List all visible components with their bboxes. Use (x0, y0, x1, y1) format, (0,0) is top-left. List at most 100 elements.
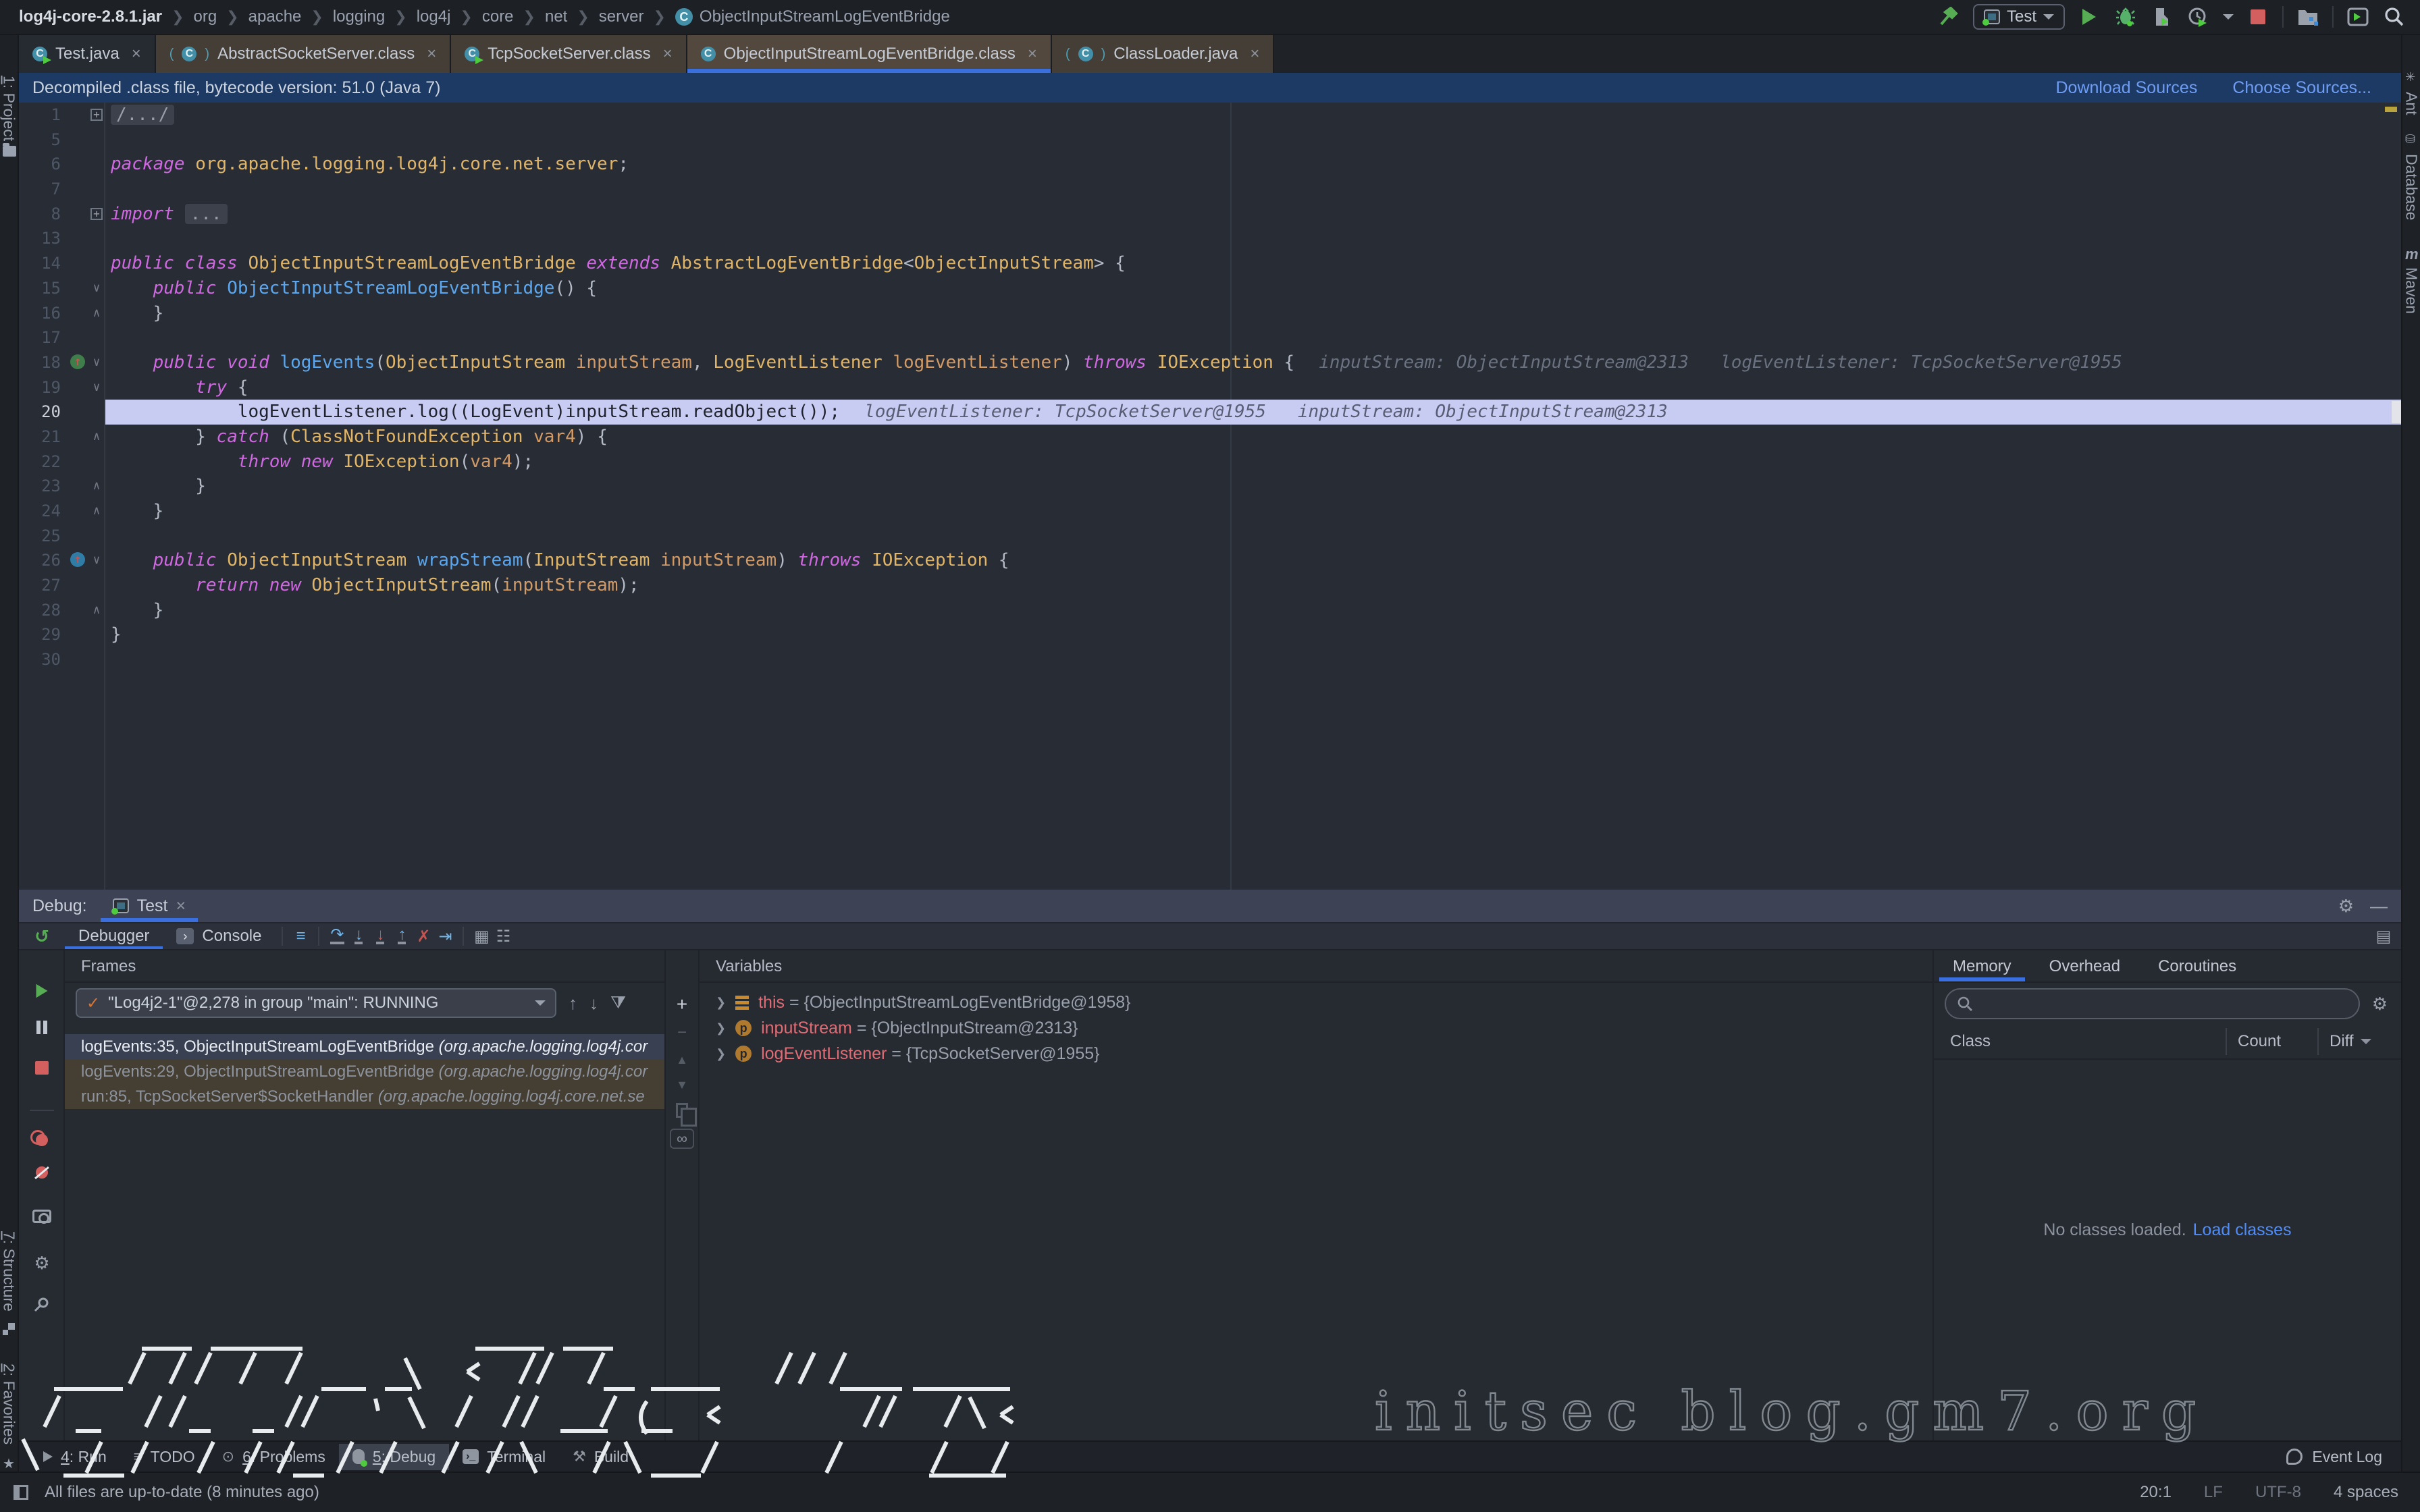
code-line[interactable]: 25 (19, 524, 2401, 549)
execution-line[interactable]: 20 logEventListener.log((LogEvent)inputS… (19, 400, 2401, 425)
fold-marker[interactable]: ∧ (88, 474, 105, 499)
step-into-icon[interactable]: ↓ (348, 928, 369, 944)
add-watch-icon[interactable]: + (677, 996, 687, 1013)
profiler-dropdown-icon[interactable] (2223, 14, 2234, 20)
code-line[interactable]: 22 throw new IOException(var4); (19, 450, 2401, 475)
breadcrumb-item[interactable]: org (194, 7, 217, 26)
event-log-button[interactable]: Event Log (2286, 1448, 2401, 1466)
tool-window-button-debug[interactable]: 5: Debug (339, 1444, 449, 1470)
code-line[interactable]: 18↑∨ public void logEvents(ObjectInputSt… (19, 350, 2401, 375)
code-text[interactable] (105, 226, 2401, 251)
fold-marker[interactable] (88, 177, 105, 202)
stack-frame-row[interactable]: logEvents:35, ObjectInputStreamLogEventB… (65, 1034, 664, 1059)
breadcrumb-item[interactable]: apache (248, 7, 302, 26)
stripe-button-ant[interactable]: Ant (2402, 92, 2420, 115)
close-icon[interactable]: × (427, 45, 436, 63)
code-line[interactable]: 30 (19, 647, 2401, 672)
breadcrumb-project[interactable]: log4j-core-2.8.1.jar (19, 7, 162, 26)
hide-icon[interactable]: — (2370, 896, 2388, 917)
code-line[interactable]: 29} (19, 622, 2401, 647)
code-text[interactable] (105, 177, 2401, 202)
code-text[interactable]: public ObjectInputStreamLogEventBridge()… (105, 276, 2401, 301)
breadcrumb-class[interactable]: ObjectInputStreamLogEventBridge (700, 7, 950, 26)
code-text[interactable]: } (105, 499, 2401, 524)
stripe-button-favorites[interactable]: 2: Favorites (0, 1364, 18, 1444)
code-line[interactable]: 14public class ObjectInputStreamLogEvent… (19, 251, 2401, 276)
column-header-diff[interactable]: Diff (2317, 1028, 2401, 1055)
run-anything-icon[interactable] (2346, 5, 2370, 29)
fold-marker[interactable]: ∧ (88, 499, 105, 524)
tab-console[interactable]: › Console (163, 923, 275, 949)
memory-tab-coroutines[interactable]: Coroutines (2139, 950, 2255, 981)
file-encoding[interactable]: UTF-8 (2255, 1483, 2301, 1502)
restore-layout-icon[interactable]: ▤ (2379, 927, 2401, 946)
move-down-icon[interactable]: ▼ (676, 1078, 688, 1092)
pin-icon[interactable] (19, 1296, 65, 1312)
banner-link[interactable]: Download Sources (2055, 78, 2197, 98)
stop-button[interactable] (2246, 5, 2270, 29)
drop-frame-icon[interactable]: ✗ (413, 927, 434, 946)
expand-chevron-icon[interactable]: ❯ (716, 1021, 726, 1035)
memory-settings-gear-icon[interactable]: ⚙ (2372, 994, 2388, 1015)
thread-selector[interactable]: ✓ "Log4j2-1"@2,278 in group "main": RUNN… (76, 988, 556, 1018)
code-text[interactable]: public void logEvents(ObjectInputStream … (105, 350, 2401, 375)
code-text[interactable]: package org.apache.logging.log4j.core.ne… (105, 152, 2401, 177)
stop-debug-button[interactable] (19, 1061, 65, 1075)
filter-frames-icon[interactable]: ⧩ (610, 992, 626, 1014)
editor-tab[interactable]: CTcpSocketServer.class× (451, 35, 687, 73)
duplicate-icon[interactable] (676, 1103, 688, 1118)
editor-tab[interactable]: CObjectInputStreamLogEventBridge.class× (687, 35, 1052, 73)
code-line[interactable]: 6package org.apache.logging.log4j.core.n… (19, 152, 2401, 177)
code-editor[interactable]: 1+/.../56package org.apache.logging.log4… (19, 103, 2401, 890)
breadcrumb[interactable]: log4j-core-2.8.1.jar❯org❯apache❯logging❯… (19, 7, 950, 26)
code-line[interactable]: 19∨ try { (19, 375, 2401, 400)
debug-session-tab[interactable]: Test × (101, 890, 198, 922)
expand-chevron-icon[interactable]: ❯ (716, 996, 726, 1010)
build-hammer-icon[interactable] (1937, 5, 1961, 29)
code-line[interactable]: 1+/.../ (19, 103, 2401, 128)
code-line[interactable]: 8+import ... (19, 202, 2401, 227)
profiler-button[interactable] (2186, 5, 2211, 29)
code-line[interactable]: 13 (19, 226, 2401, 251)
memory-tab-overhead[interactable]: Overhead (2030, 950, 2139, 981)
code-text[interactable]: public class ObjectInputStreamLogEventBr… (105, 251, 2401, 276)
debug-settings-gear-icon[interactable]: ⚙ (19, 1253, 65, 1274)
line-separator[interactable]: LF (2204, 1483, 2223, 1502)
banner-link[interactable]: Choose Sources... (2232, 78, 2371, 98)
stripe-button-project[interactable]: 1: Project (0, 76, 18, 141)
fold-marker[interactable]: ∨ (88, 276, 105, 301)
fold-marker[interactable] (88, 524, 105, 549)
column-header-count[interactable]: Count (2226, 1028, 2317, 1055)
step-out-icon[interactable]: ↑ (391, 928, 413, 944)
remove-watch-icon[interactable]: − (677, 1023, 687, 1042)
run-button[interactable] (2077, 5, 2101, 29)
code-line[interactable]: 5 (19, 128, 2401, 153)
editor-tab[interactable]: (C)ClassLoader.java× (1052, 35, 1274, 73)
close-icon[interactable]: × (1250, 45, 1259, 63)
tab-debugger[interactable]: Debugger (65, 923, 163, 949)
mute-breakpoints-button[interactable] (19, 1166, 65, 1179)
stripe-button-structure[interactable]: 7: Structure (0, 1231, 18, 1312)
caret-position[interactable]: 20:1 (2140, 1483, 2172, 1502)
view-breakpoints-button[interactable] (19, 1134, 65, 1146)
code-text[interactable] (105, 128, 2401, 153)
code-line[interactable]: 15∨ public ObjectInputStreamLogEventBrid… (19, 276, 2401, 301)
load-classes-link[interactable]: Load classes (2193, 1220, 2292, 1240)
frame-up-icon[interactable]: ↑ (569, 993, 577, 1014)
fold-marker[interactable] (88, 400, 105, 425)
code-text[interactable]: /.../ (105, 103, 2401, 128)
variable-row[interactable]: ❯this = {ObjectInputStreamLogEventBridge… (700, 990, 1932, 1015)
stripe-button-database[interactable]: Database (2402, 154, 2420, 220)
fold-marker[interactable]: ∨ (88, 350, 105, 375)
close-icon[interactable]: × (132, 45, 141, 63)
coverage-button[interactable] (2150, 5, 2174, 29)
close-icon[interactable]: × (663, 45, 673, 63)
code-text[interactable]: } catch (ClassNotFoundException var4) { (105, 425, 2401, 450)
show-watches-icon[interactable]: ∞ (670, 1129, 694, 1149)
code-text[interactable] (105, 325, 2401, 350)
close-icon[interactable]: × (1028, 45, 1037, 63)
code-text[interactable]: import ... (105, 202, 2401, 227)
code-line[interactable]: 28∧ } (19, 598, 2401, 623)
fold-marker[interactable]: ∨ (88, 375, 105, 400)
move-up-icon[interactable]: ▲ (676, 1053, 688, 1067)
